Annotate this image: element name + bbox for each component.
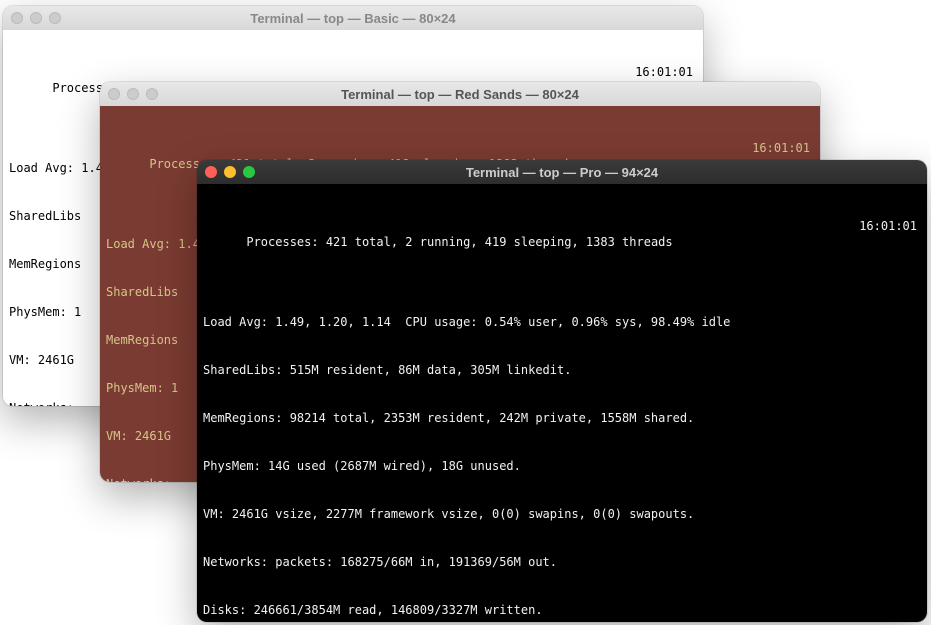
header-line: MemRegions: 98214 total, 2353M resident,… <box>203 410 921 426</box>
header-line: SharedLibs: 515M resident, 86M data, 305… <box>203 362 921 378</box>
titlebar[interactable]: Terminal — top — Red Sands — 80×24 <box>100 82 820 106</box>
traffic-lights <box>108 88 158 100</box>
header-line: Networks: packets: 168275/66M in, 191369… <box>203 554 921 570</box>
terminal-window-pro[interactable]: Terminal — top — Pro — 94×24 Processes: … <box>197 160 927 622</box>
traffic-lights <box>11 12 61 24</box>
terminal-content[interactable]: Processes: 421 total, 2 running, 419 sle… <box>197 184 927 622</box>
zoom-icon[interactable] <box>146 88 158 100</box>
traffic-lights <box>205 166 255 178</box>
window-title: Terminal — top — Pro — 94×24 <box>205 165 919 180</box>
clock: 16:01:01 <box>752 140 810 156</box>
minimize-icon[interactable] <box>224 166 236 178</box>
close-icon[interactable] <box>108 88 120 100</box>
zoom-icon[interactable] <box>49 12 61 24</box>
close-icon[interactable] <box>11 12 23 24</box>
zoom-icon[interactable] <box>243 166 255 178</box>
titlebar[interactable]: Terminal — top — Pro — 94×24 <box>197 160 927 184</box>
header-line: Load Avg: 1.49, 1.20, 1.14 CPU usage: 0.… <box>203 314 921 330</box>
clock: 16:01:01 <box>859 218 917 234</box>
header-line: VM: 2461G vsize, 2277M framework vsize, … <box>203 506 921 522</box>
header-line: PhysMem: 14G used (2687M wired), 18G unu… <box>203 458 921 474</box>
header-line: Disks: 246661/3854M read, 146809/3327M w… <box>203 602 921 618</box>
window-title: Terminal — top — Basic — 80×24 <box>11 11 695 26</box>
titlebar[interactable]: Terminal — top — Basic — 80×24 <box>3 6 703 30</box>
minimize-icon[interactable] <box>30 12 42 24</box>
proc-summary: Processes: 421 total, 2 running, 419 sle… <box>246 235 672 249</box>
window-title: Terminal — top — Red Sands — 80×24 <box>108 87 812 102</box>
minimize-icon[interactable] <box>127 88 139 100</box>
close-icon[interactable] <box>205 166 217 178</box>
clock: 16:01:01 <box>635 64 693 80</box>
